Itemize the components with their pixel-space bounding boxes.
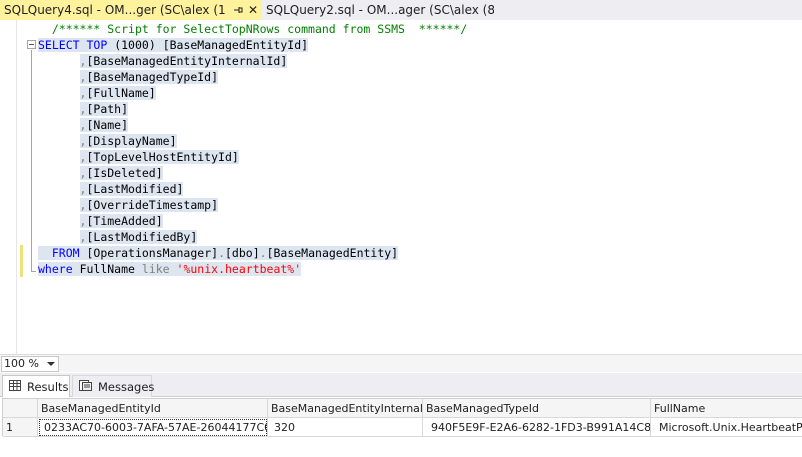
tab-results[interactable]: Results bbox=[2, 375, 70, 397]
grid-cell[interactable]: 940F5E9F-E2A6-6282-1FD3-B991A14C8025 bbox=[423, 418, 651, 437]
code-area: /****** Script for SelectTopNRows comman… bbox=[38, 21, 467, 277]
tab-label: SQLQuery4.sql - OM...ger (SC\alex (103))… bbox=[4, 3, 226, 17]
tab-label: Results bbox=[27, 379, 69, 394]
change-tracking-bar bbox=[20, 245, 23, 277]
zoom-bar: 100 % bbox=[0, 354, 802, 372]
query-editor[interactable]: /****** Script for SelectTopNRows comman… bbox=[0, 20, 802, 354]
column-header[interactable]: BaseManagedTypeId bbox=[423, 399, 651, 418]
code-line: ,[IsDeleted] bbox=[79, 166, 163, 180]
sql-string: '%unix.heartbeat%' bbox=[176, 262, 302, 276]
zoom-value: 100 % bbox=[4, 357, 39, 370]
sql-column: FullName bbox=[79, 262, 135, 276]
grid-cell[interactable]: Microsoft.Unix.HeartbeatProvider bbox=[651, 418, 802, 437]
code-line: FROM [OperationsManager].[dbo].[BaseMana… bbox=[38, 245, 467, 261]
code-line: /****** Script for SelectTopNRows comman… bbox=[38, 21, 467, 37]
sql-column: [BaseManagedEntityInternalId] bbox=[86, 54, 288, 68]
tab-sqlquery4[interactable]: SQLQuery4.sql - OM...ger (SC\alex (103))… bbox=[0, 0, 262, 20]
code-line: SELECT TOP (1000) [BaseManagedEntityId] bbox=[38, 37, 467, 53]
sql-table: [BaseManagedEntity] bbox=[266, 246, 399, 260]
code-line: ,[DisplayName] bbox=[79, 134, 177, 148]
outline-end bbox=[31, 271, 36, 272]
editor-gutter bbox=[0, 20, 17, 354]
sql-top-value: (1000) bbox=[114, 38, 156, 52]
close-icon[interactable]: ✕ bbox=[248, 4, 258, 16]
grid-frame: BaseManagedEntityId BaseManagedEntityInt… bbox=[2, 398, 802, 437]
results-tab-strip: Results Messages bbox=[0, 373, 802, 397]
document-tab-strip: SQLQuery4.sql - OM...ger (SC\alex (103))… bbox=[0, 0, 802, 20]
code-line: ,[LastModifiedBy] bbox=[79, 230, 198, 244]
sql-column: [LastModifiedBy] bbox=[86, 230, 198, 244]
sql-column: [TimeAdded] bbox=[86, 214, 163, 228]
sql-column: [IsDeleted] bbox=[86, 166, 163, 180]
row-number[interactable]: 1 bbox=[3, 418, 38, 437]
zoom-dropdown[interactable]: 100 % bbox=[1, 356, 59, 372]
tab-messages[interactable]: Messages bbox=[72, 375, 155, 397]
sql-column: [OverrideTimestamp] bbox=[86, 198, 219, 212]
pin-icon[interactable] bbox=[232, 4, 244, 16]
code-line: ,[Name] bbox=[79, 118, 129, 132]
sql-column: [LastModified] bbox=[86, 182, 184, 196]
sql-column: [TopLevelHostEntityId] bbox=[86, 150, 239, 164]
code-line: ,[BaseManagedEntityInternalId] bbox=[79, 54, 288, 68]
sql-database: [OperationsManager] bbox=[86, 246, 219, 260]
code-line: ,[FullName] bbox=[79, 86, 156, 100]
code-line: ,[OverrideTimestamp] bbox=[79, 198, 219, 212]
column-header[interactable]: FullName bbox=[651, 399, 802, 418]
column-header[interactable]: BaseManagedEntityId bbox=[38, 399, 268, 418]
sql-column: [FullName] bbox=[86, 86, 156, 100]
sql-comment: /****** Script for SelectTopNRows comman… bbox=[51, 22, 468, 36]
code-line: ,[TimeAdded] bbox=[79, 214, 163, 228]
messages-icon bbox=[79, 379, 92, 394]
sql-column: [DisplayName] bbox=[86, 134, 177, 148]
code-line: ,[TopLevelHostEntityId] bbox=[79, 150, 239, 164]
grid-cell[interactable]: 0233AC70-6003-7AFA-57AE-26044177C04D bbox=[38, 418, 268, 437]
tab-sqlquery2[interactable]: SQLQuery2.sql - OM...ager (SC\alex (81)) bbox=[262, 0, 498, 20]
sql-operator: like bbox=[141, 262, 170, 276]
sql-keyword: SELECT bbox=[38, 38, 80, 52]
collapse-icon[interactable] bbox=[27, 40, 36, 49]
grid-cell[interactable]: 320 bbox=[268, 418, 423, 437]
tab-label: Messages bbox=[98, 379, 155, 394]
column-header[interactable]: BaseManagedEntityInternalId bbox=[268, 399, 423, 418]
code-line: ,[Path] bbox=[79, 102, 129, 116]
outline-line bbox=[31, 50, 32, 271]
sql-keyword: TOP bbox=[86, 38, 108, 52]
sql-column: [BaseManagedTypeId] bbox=[86, 70, 219, 84]
code-line: ,[BaseManagedTypeId] bbox=[79, 70, 219, 84]
tab-label: SQLQuery2.sql - OM...ager (SC\alex (81)) bbox=[266, 3, 494, 17]
sql-schema: [dbo] bbox=[225, 246, 260, 260]
results-grid[interactable]: BaseManagedEntityId BaseManagedEntityInt… bbox=[0, 397, 802, 457]
code-line: where FullName like '%unix.heartbeat%' bbox=[38, 261, 467, 277]
sql-keyword: where bbox=[38, 262, 73, 276]
chevron-down-icon bbox=[47, 362, 55, 366]
sql-column: [Path] bbox=[86, 102, 129, 116]
sql-keyword: FROM bbox=[51, 246, 80, 260]
sql-column: [BaseManagedEntityId] bbox=[162, 38, 309, 52]
grid-icon bbox=[9, 379, 21, 394]
sql-column: [Name] bbox=[86, 118, 129, 132]
code-line: ,[LastModified] bbox=[79, 182, 184, 196]
grid-corner[interactable] bbox=[3, 399, 38, 418]
